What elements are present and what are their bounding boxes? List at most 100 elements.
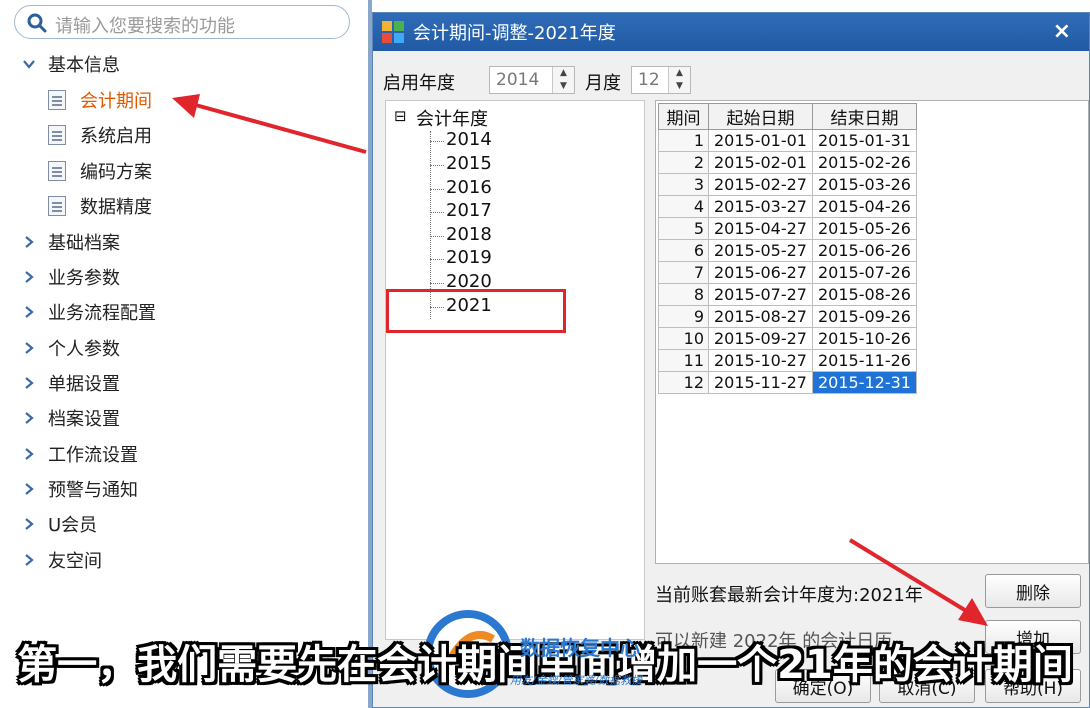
table-row[interactable]: 10 2015-09-27 2015-10-26 bbox=[658, 327, 917, 350]
nav-group-label: 工作流设置 bbox=[48, 445, 138, 466]
search-input[interactable]: 请输入您要搜索的功能 bbox=[14, 5, 350, 39]
table-row[interactable]: 7 2015-06-27 2015-07-26 bbox=[658, 261, 917, 284]
start-date-cell[interactable]: 2015-03-27 bbox=[708, 195, 813, 218]
period-cell[interactable]: 11 bbox=[658, 349, 709, 372]
end-date-cell[interactable]: 2015-11-26 bbox=[812, 349, 917, 372]
chevron-right-icon bbox=[25, 306, 34, 318]
start-date-cell[interactable]: 2015-06-27 bbox=[708, 261, 813, 284]
column-header-end-date[interactable]: 结束日期 bbox=[812, 103, 917, 130]
period-cell[interactable]: 6 bbox=[658, 239, 709, 262]
status-text: 当前账套最新会计年度为:2021年 bbox=[655, 585, 923, 606]
chevron-down-icon[interactable]: ▼ bbox=[669, 80, 690, 93]
tree-year-2018[interactable]: 2018 bbox=[446, 224, 492, 245]
period-cell[interactable]: 10 bbox=[658, 327, 709, 350]
start-date-cell[interactable]: 2015-04-27 bbox=[708, 217, 813, 240]
start-date-cell[interactable]: 2015-02-01 bbox=[708, 151, 813, 174]
start-date-cell[interactable]: 2015-02-27 bbox=[708, 173, 813, 196]
start-date-cell[interactable]: 2015-07-27 bbox=[708, 283, 813, 306]
tree-year-2015[interactable]: 2015 bbox=[446, 153, 492, 174]
end-date-cell[interactable]: 2015-12-31 bbox=[812, 371, 917, 394]
table-row[interactable]: 3 2015-02-27 2015-03-26 bbox=[658, 173, 917, 196]
collapse-icon[interactable]: ⊟ bbox=[394, 107, 407, 125]
period-cell[interactable]: 1 bbox=[658, 129, 709, 152]
tree-year-2014[interactable]: 2014 bbox=[446, 129, 492, 150]
nav-item-data-precision[interactable]: 数据精度 bbox=[48, 190, 152, 222]
table-row[interactable]: 8 2015-07-27 2015-08-26 bbox=[658, 283, 917, 306]
app-icon bbox=[382, 21, 404, 43]
nav-item-accounting-period[interactable]: 会计期间 bbox=[48, 84, 152, 116]
chevron-up-icon[interactable]: ▲ bbox=[669, 67, 690, 80]
dialog-titlebar[interactable]: 会计期间-调整-2021年度 × bbox=[373, 13, 1089, 51]
table-row[interactable]: 1 2015-01-01 2015-01-31 bbox=[658, 129, 917, 152]
chevron-down-icon[interactable]: ▼ bbox=[553, 80, 574, 93]
column-header-start-date[interactable]: 起始日期 bbox=[708, 103, 813, 130]
end-date-cell[interactable]: 2015-05-26 bbox=[812, 217, 917, 240]
table-row[interactable]: 6 2015-05-27 2015-06-26 bbox=[658, 239, 917, 262]
nav-group[interactable]: 档案设置 bbox=[20, 402, 120, 434]
table-row[interactable]: 11 2015-10-27 2015-11-26 bbox=[658, 349, 917, 372]
table-row[interactable]: 5 2015-04-27 2015-05-26 bbox=[658, 217, 917, 240]
tree-year-2019[interactable]: 2019 bbox=[446, 247, 492, 268]
nav-group-label: U会员 bbox=[48, 515, 98, 536]
period-cell[interactable]: 5 bbox=[658, 217, 709, 240]
period-cell[interactable]: 12 bbox=[658, 371, 709, 394]
end-date-cell[interactable]: 2015-10-26 bbox=[812, 327, 917, 350]
start-date-cell[interactable]: 2015-08-27 bbox=[708, 305, 813, 328]
delete-button[interactable]: 删除 bbox=[985, 574, 1081, 608]
nav-item-system-enable[interactable]: 系统启用 bbox=[48, 119, 152, 151]
document-icon bbox=[48, 161, 66, 181]
table-row[interactable]: 12 2015-11-27 2015-12-31 bbox=[658, 371, 917, 394]
nav-item-coding-scheme[interactable]: 编码方案 bbox=[48, 155, 152, 187]
start-date-cell[interactable]: 2015-05-27 bbox=[708, 239, 813, 262]
nav-group[interactable]: 基础档案 bbox=[20, 226, 120, 258]
search-placeholder: 请输入您要搜索的功能 bbox=[55, 16, 235, 37]
nav-group[interactable]: 单据设置 bbox=[20, 367, 120, 399]
table-row[interactable]: 4 2015-03-27 2015-04-26 bbox=[658, 195, 917, 218]
start-date-cell[interactable]: 2015-01-01 bbox=[708, 129, 813, 152]
month-value: 12 bbox=[638, 70, 660, 90]
year-tree[interactable]: ⊟ 会计年度 2014 2015 2016 2017 2018 2019 202… bbox=[385, 100, 645, 640]
period-cell[interactable]: 7 bbox=[658, 261, 709, 284]
document-icon bbox=[48, 125, 66, 145]
period-cell[interactable]: 3 bbox=[658, 173, 709, 196]
nav-group[interactable]: U会员 bbox=[20, 508, 97, 540]
period-cell[interactable]: 9 bbox=[658, 305, 709, 328]
nav-group-basic-info[interactable]: 基本信息 bbox=[20, 48, 120, 80]
month-stepper[interactable]: 12 ▲ ▼ bbox=[631, 66, 691, 94]
nav-group[interactable]: 个人参数 bbox=[20, 332, 120, 364]
start-year-stepper[interactable]: 2014 ▲ ▼ bbox=[489, 66, 575, 94]
chevron-right-icon bbox=[25, 554, 34, 566]
start-date-cell[interactable]: 2015-09-27 bbox=[708, 327, 813, 350]
end-date-cell[interactable]: 2015-09-26 bbox=[812, 305, 917, 328]
nav-group-label: 基本信息 bbox=[48, 55, 120, 76]
start-date-cell[interactable]: 2015-11-27 bbox=[708, 371, 813, 394]
nav-group[interactable]: 业务参数 bbox=[20, 261, 120, 293]
chevron-right-icon bbox=[25, 377, 34, 389]
tree-year-2016[interactable]: 2016 bbox=[446, 177, 492, 198]
table-row[interactable]: 2 2015-02-01 2015-02-26 bbox=[658, 151, 917, 174]
chevron-up-icon[interactable]: ▲ bbox=[553, 67, 574, 80]
nav-group[interactable]: 预警与通知 bbox=[20, 473, 138, 505]
close-icon[interactable]: × bbox=[1053, 19, 1071, 44]
end-date-cell[interactable]: 2015-02-26 bbox=[812, 151, 917, 174]
period-cell[interactable]: 2 bbox=[658, 151, 709, 174]
tree-root-label: 会计年度 bbox=[416, 109, 488, 130]
nav-group-label: 个人参数 bbox=[48, 339, 120, 360]
end-date-cell[interactable]: 2015-04-26 bbox=[812, 195, 917, 218]
period-cell[interactable]: 8 bbox=[658, 283, 709, 306]
table-row[interactable]: 9 2015-08-27 2015-09-26 bbox=[658, 305, 917, 328]
nav-group[interactable]: 业务流程配置 bbox=[20, 296, 156, 328]
column-header-period[interactable]: 期间 bbox=[658, 103, 709, 130]
period-grid[interactable]: 期间 起始日期 结束日期 1 2015-01-01 2015-01-31 2 2015-… bbox=[655, 100, 1089, 564]
end-date-cell[interactable]: 2015-01-31 bbox=[812, 129, 917, 152]
end-date-cell[interactable]: 2015-06-26 bbox=[812, 239, 917, 262]
nav-group[interactable]: 友空间 bbox=[20, 544, 102, 576]
start-date-cell[interactable]: 2015-10-27 bbox=[708, 349, 813, 372]
end-date-cell[interactable]: 2015-08-26 bbox=[812, 283, 917, 306]
nav-group[interactable]: 工作流设置 bbox=[20, 438, 138, 470]
end-date-cell[interactable]: 2015-03-26 bbox=[812, 173, 917, 196]
dialog-title: 会计期间-调整-2021年度 bbox=[413, 23, 616, 44]
end-date-cell[interactable]: 2015-07-26 bbox=[812, 261, 917, 284]
tree-year-2017[interactable]: 2017 bbox=[446, 200, 492, 221]
period-cell[interactable]: 4 bbox=[658, 195, 709, 218]
